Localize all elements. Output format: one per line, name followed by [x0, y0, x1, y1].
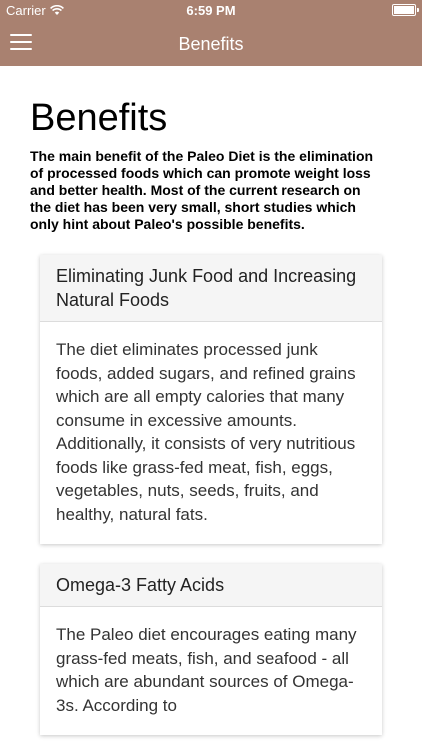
battery-indicator	[392, 4, 419, 16]
card-body: The Paleo diet encourages eating many gr…	[56, 625, 357, 715]
page-title: Benefits	[30, 97, 168, 139]
status-time: 6:59 PM	[186, 3, 236, 18]
card-title: Eliminating Junk Food and Increasing Nat…	[40, 255, 382, 322]
intro-text: The main benefit of the Paleo Diet is th…	[30, 148, 374, 232]
main-content: Benefits The main benefit of the Paleo D…	[0, 66, 422, 735]
nav-title: Benefits	[178, 34, 244, 54]
status-bar: Carrier 6:59 PM	[0, 0, 422, 22]
battery-icon	[392, 4, 419, 16]
benefit-card: Eliminating Junk Food and Increasing Nat…	[40, 255, 382, 544]
card-title: Omega-3 Fatty Acids	[40, 564, 382, 607]
nav-bar: Benefits	[0, 22, 422, 66]
benefit-card: Omega-3 Fatty Acids The Paleo diet encou…	[40, 564, 382, 735]
card-body: The diet eliminates processed junk foods…	[56, 340, 356, 524]
